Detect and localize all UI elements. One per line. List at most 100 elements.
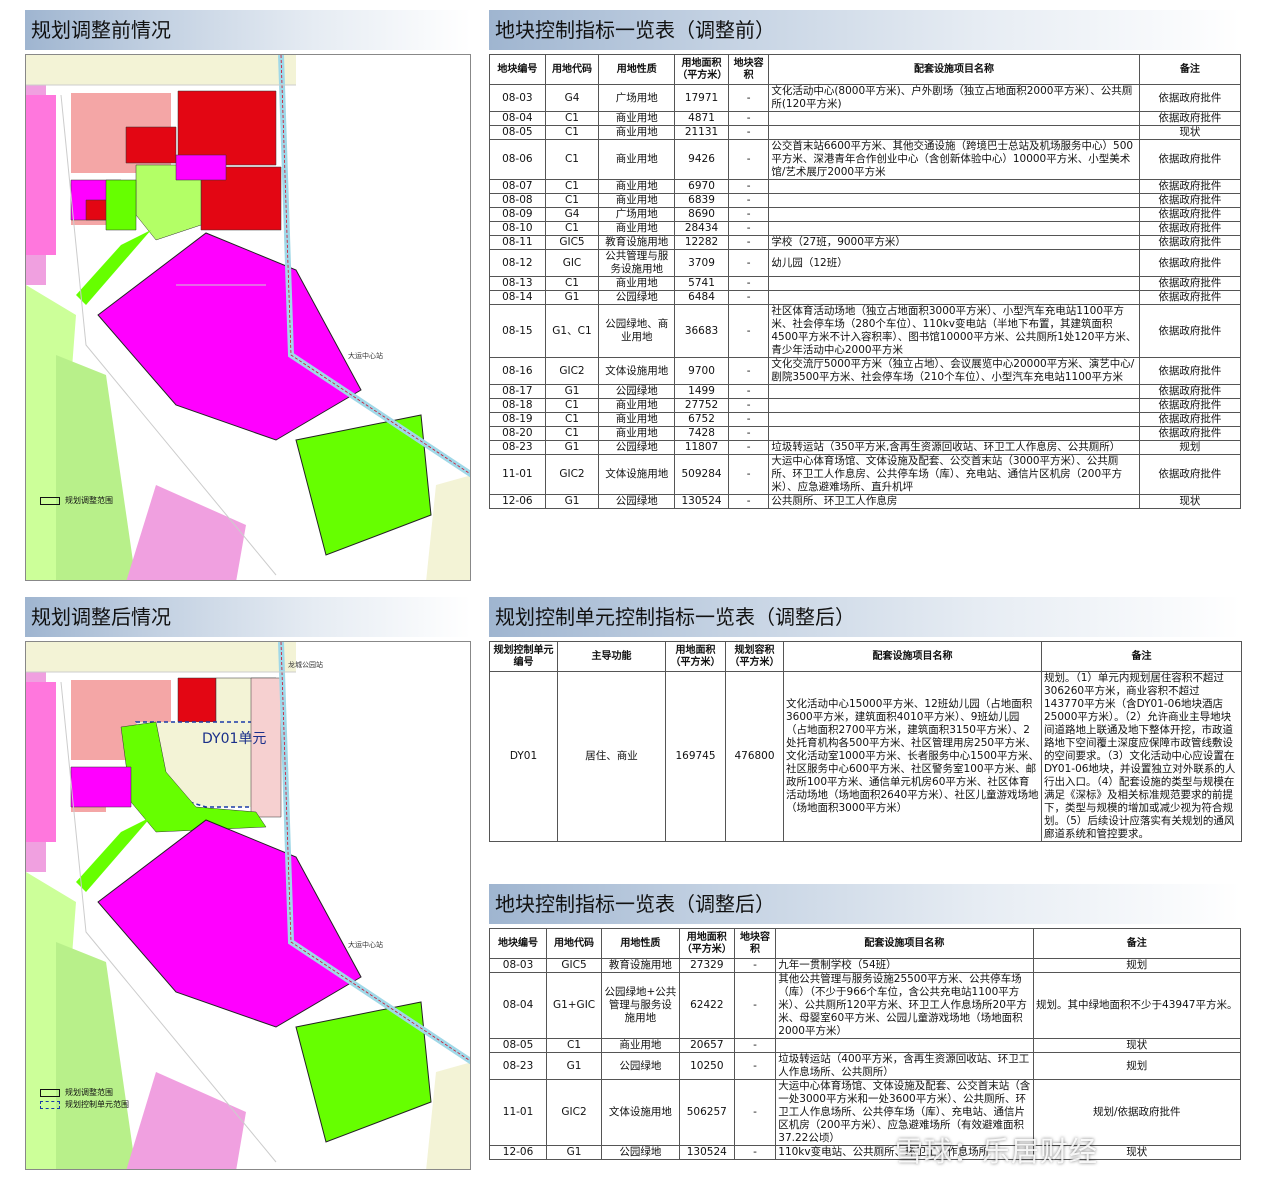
table-cell: 文体设施用地	[598, 454, 676, 495]
table-cell: G1、C1	[544, 304, 600, 358]
table-cell: -	[727, 111, 770, 126]
table-cell: 11-01	[488, 1079, 548, 1146]
table-cell: -	[727, 84, 770, 112]
table-cell: 公共管理与服务设施用地	[598, 249, 676, 277]
table-row: 08-03 GIC5 教育设施用地 27329- 九年一贯制学校（54班） 规划	[488, 958, 1241, 973]
table-cell: C1	[544, 276, 600, 291]
table-cell: 规划。其中绿地面积不少于43947平方米。	[1032, 972, 1241, 1039]
legend-label-unit-boundary: 规划控制单元范围	[65, 1100, 129, 1109]
table-cell: 12-06	[489, 494, 546, 509]
table-cell: 08-05	[489, 125, 546, 140]
table-cell: 依据政府批件	[1138, 139, 1242, 180]
table-row: 08-23 G1 公园绿地 10250- 垃圾转运站（400平方米，含再生资源回收站、环…	[488, 1052, 1241, 1080]
table-cell: 商业用地	[598, 426, 676, 441]
table-cell: 7428	[674, 426, 729, 441]
table-cell: 169745	[665, 671, 726, 842]
table-cell: 文化活动中心15000平方米、12班幼儿园（占地面积3600平方米，建筑面积40…	[783, 671, 1042, 842]
table-cell: 依据政府批件	[1138, 221, 1242, 236]
table-cell: 5741	[674, 276, 729, 291]
before-parcel-table: 地块编号 用地代码 用地性质 用地面积（平方米） 地块容积 配套设施项目名称 备注 08-0…	[489, 54, 1242, 509]
table-cell: -	[727, 412, 770, 427]
dy01-unit-label: DY01单元	[202, 731, 267, 747]
table-row: 11-01 GIC2 文体设施用地 509284- 大运中心体育场馆、文体设施及配套、公…	[489, 454, 1242, 495]
table-cell	[775, 1038, 1034, 1053]
table-cell: 08-03	[488, 958, 548, 973]
table-cell: 依据政府批件	[1138, 357, 1242, 385]
table-cell: 11-01	[489, 454, 546, 495]
legend-swatch-dashed	[40, 1100, 60, 1109]
table-cell: GIC2	[544, 357, 600, 385]
table-cell: C1	[544, 125, 600, 140]
table-cell: 依据政府批件	[1138, 304, 1242, 358]
table-cell: -	[727, 179, 770, 194]
table-cell: 9426	[674, 139, 729, 180]
table-cell: 9700	[674, 357, 729, 385]
table-cell: 居住、商业	[557, 671, 666, 842]
table-cell: C1	[544, 426, 600, 441]
table-cell: GIC5	[544, 235, 600, 250]
table-cell: 27329	[678, 958, 735, 973]
table-cell: 规划	[1032, 1052, 1241, 1080]
column-header: 规划容积（平方米）	[725, 641, 784, 672]
table-cell	[768, 276, 1140, 291]
table-row: 08-08 C1 商业用地 6839- 依据政府批件	[489, 193, 1242, 208]
table-cell: 08-17	[489, 384, 546, 399]
table-cell: C1	[544, 139, 600, 180]
table-cell: 20657	[678, 1038, 735, 1053]
table-cell: 依据政府批件	[1138, 290, 1242, 305]
column-header: 主导功能	[557, 641, 666, 672]
table-cell: -	[727, 249, 770, 277]
table-cell: 1499	[674, 384, 729, 399]
table-cell: 商业用地	[598, 221, 676, 236]
column-header: 用地代码	[544, 54, 600, 85]
table-cell: G1	[546, 1052, 603, 1080]
metro-station-label: 大运中心站	[348, 352, 383, 360]
table-cell: 10250	[678, 1052, 735, 1080]
table-header-row: 地块编号 用地代码 用地性质 用地面积（平方米） 地块容积 配套设施项目名称 备注	[489, 54, 1242, 85]
table-cell: -	[727, 384, 770, 399]
table-cell: 08-10	[489, 221, 546, 236]
table-cell: GIC2	[544, 454, 600, 495]
table-row: 08-13 C1 商业用地 5741- 依据政府批件	[489, 276, 1242, 291]
table-cell: -	[733, 972, 777, 1039]
unit-control-table: 规划控制单元编号 主导功能 用地面积（平方米） 规划容积（平方米） 配套设施项目名称 备注…	[489, 641, 1242, 842]
table-cell: -	[727, 290, 770, 305]
table-cell: 依据政府批件	[1138, 84, 1242, 112]
table-cell: G1	[546, 1145, 603, 1160]
table-cell: -	[727, 235, 770, 250]
table-cell: 公交首末站6600平方米、其他交通设施（跨境巴士总站及机场服务中心）500平方米…	[768, 139, 1140, 180]
table-cell: -	[733, 958, 777, 973]
table-cell: 学校（27班，9000平方米）	[768, 235, 1140, 250]
table-cell: 08-03	[489, 84, 546, 112]
table-row: 08-16 GIC2 文体设施用地 9700- 文化交流厅5000平方米（独立占地）、会…	[489, 357, 1242, 385]
legend-item-unit-boundary: 规划控制单元范围	[40, 1099, 129, 1111]
legend-swatch-solid	[40, 496, 60, 505]
table-cell: 文体设施用地	[598, 357, 676, 385]
before-plan-map: 大运中心站 规划调整范围	[25, 54, 471, 581]
table-cell: 其他公共管理与服务设施25500平方米、公共停车场（库）（不少于966个车位，含…	[775, 972, 1034, 1039]
table-cell: 62422	[678, 972, 735, 1039]
table-row: 08-05 C1 商业用地 20657- 现状	[488, 1038, 1241, 1053]
table-cell: 依据政府批件	[1138, 276, 1242, 291]
table-cell: G4	[544, 207, 600, 222]
table-cell: 08-06	[489, 139, 546, 180]
table-cell	[768, 426, 1140, 441]
watermark: 雪球：乐居财经	[895, 1135, 1099, 1168]
table-row: 08-04 G1+GIC 公园绿地+公共管理与服务设施用地 62422- 其他公共管理与…	[488, 972, 1241, 1039]
column-header: 备注	[1032, 928, 1241, 959]
table-cell: 36683	[674, 304, 729, 358]
table-cell: 08-19	[489, 412, 546, 427]
table-row: 08-03 G4 广场用地 17971- 文化活动中心(8000平方米)、户外剧场（独立…	[489, 84, 1242, 112]
table-cell: 506257	[678, 1079, 735, 1146]
table-row: 08-12 GIC 公共管理与服务设施用地 3709- 幼儿园（12班） 依据政府批件	[489, 249, 1242, 277]
table-cell: C1	[544, 193, 600, 208]
table-cell: 依据政府批件	[1138, 111, 1242, 126]
table-cell: 广场用地	[598, 207, 676, 222]
table-cell	[768, 412, 1140, 427]
table-row: 12-06 G1 公园绿地 130524- 公共厕所、环卫工人作息房 现状	[489, 494, 1242, 509]
table-cell: 依据政府批件	[1138, 398, 1242, 413]
table-cell: 商业用地	[598, 398, 676, 413]
table-row: 08-20 C1 商业用地 7428- 依据政府批件	[489, 426, 1242, 441]
table-cell: GIC5	[546, 958, 603, 973]
table-cell: 广场用地	[598, 84, 676, 112]
